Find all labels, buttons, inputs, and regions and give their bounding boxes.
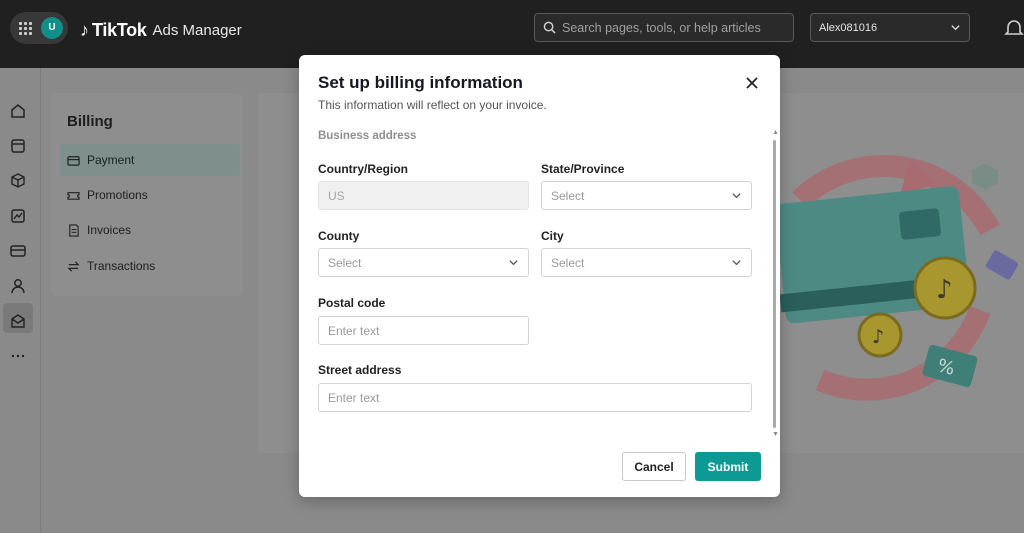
more-icon[interactable] xyxy=(9,347,27,365)
sidebar-item-label: Transactions xyxy=(87,259,156,273)
state-province-placeholder: Select xyxy=(551,188,585,203)
city-label: City xyxy=(541,229,564,243)
notification-bell-icon[interactable] xyxy=(1004,18,1024,38)
reporting-icon[interactable] xyxy=(9,207,27,225)
chevron-down-icon xyxy=(509,260,518,266)
postal-code-input[interactable]: Enter text xyxy=(318,316,529,345)
country-region-value: US xyxy=(328,188,345,203)
search-input[interactable]: Search pages, tools, or help articles xyxy=(534,13,794,42)
close-icon[interactable] xyxy=(744,75,760,91)
cancel-button[interactable]: Cancel xyxy=(622,452,686,481)
user-icon[interactable] xyxy=(9,277,27,295)
search-placeholder: Search pages, tools, or help articles xyxy=(562,20,761,35)
sidebar-item-promotions[interactable]: Promotions xyxy=(60,179,240,211)
left-navigation-rail xyxy=(0,68,41,533)
county-label: County xyxy=(318,229,360,243)
sidebar-item-invoices[interactable]: Invoices xyxy=(60,214,240,246)
billing-sidebar-title: Billing xyxy=(67,113,113,130)
billing-illustration: ♪ ♪ % xyxy=(775,154,1019,401)
sidebar-item-transactions[interactable]: Transactions xyxy=(60,250,240,282)
city-select[interactable]: Select xyxy=(541,248,752,277)
campaign-icon[interactable] xyxy=(9,137,27,155)
svg-text:♪: ♪ xyxy=(872,326,884,348)
assets-cube-icon[interactable] xyxy=(9,172,27,190)
wallet-icon xyxy=(67,155,80,166)
scrollbar-thumb[interactable] xyxy=(773,140,776,428)
account-selector[interactable]: Alex081016 xyxy=(810,13,970,42)
chevron-down-icon xyxy=(732,260,741,266)
dialog-subtitle: This information will reflect on your in… xyxy=(318,98,547,112)
account-name: Alex081016 xyxy=(819,21,878,34)
postal-code-placeholder: Enter text xyxy=(328,323,380,338)
dialog-title: Set up billing information xyxy=(318,73,523,92)
section-label-business-address: Business address xyxy=(318,130,417,142)
street-address-placeholder: Enter text xyxy=(328,390,380,405)
svg-text:♪: ♪ xyxy=(936,275,953,305)
inbox-icon[interactable] xyxy=(9,312,27,330)
tiktok-note-icon: ♪ xyxy=(80,19,89,40)
tiktok-ads-manager-logo[interactable]: ♪ TikTok Ads Manager xyxy=(80,17,242,43)
chevron-down-icon xyxy=(951,25,960,31)
state-province-label: State/Province xyxy=(541,162,625,176)
sidebar-item-label: Payment xyxy=(87,153,135,167)
search-icon xyxy=(543,21,556,34)
state-province-select[interactable]: Select xyxy=(541,181,752,210)
postal-code-label: Postal code xyxy=(318,296,386,310)
brand-name: TikTok xyxy=(92,19,147,40)
user-avatar[interactable]: U xyxy=(41,17,63,39)
billing-card-icon[interactable] xyxy=(9,242,27,260)
county-select[interactable]: Select xyxy=(318,248,529,277)
submit-button[interactable]: Submit xyxy=(695,452,761,481)
apps-grid-icon xyxy=(19,22,32,35)
chevron-down-icon xyxy=(732,193,741,199)
invoice-document-icon xyxy=(69,223,79,237)
billing-info-dialog: Set up billing information This informat… xyxy=(299,55,780,497)
brand-product: Ads Manager xyxy=(152,21,242,39)
country-region-field: US xyxy=(318,181,529,210)
sidebar-item-label: Promotions xyxy=(87,188,148,202)
country-region-label: Country/Region xyxy=(318,162,408,176)
county-placeholder: Select xyxy=(328,255,362,270)
home-icon[interactable] xyxy=(9,102,27,120)
apps-menu-button[interactable]: U xyxy=(10,12,68,44)
city-placeholder: Select xyxy=(551,255,585,270)
street-address-label: Street address xyxy=(318,363,402,377)
swap-arrows-icon xyxy=(67,260,80,272)
sidebar-item-payment[interactable]: Payment xyxy=(60,144,240,176)
sidebar-item-label: Invoices xyxy=(87,223,132,237)
ticket-icon xyxy=(67,191,80,200)
street-address-input[interactable]: Enter text xyxy=(318,383,752,412)
